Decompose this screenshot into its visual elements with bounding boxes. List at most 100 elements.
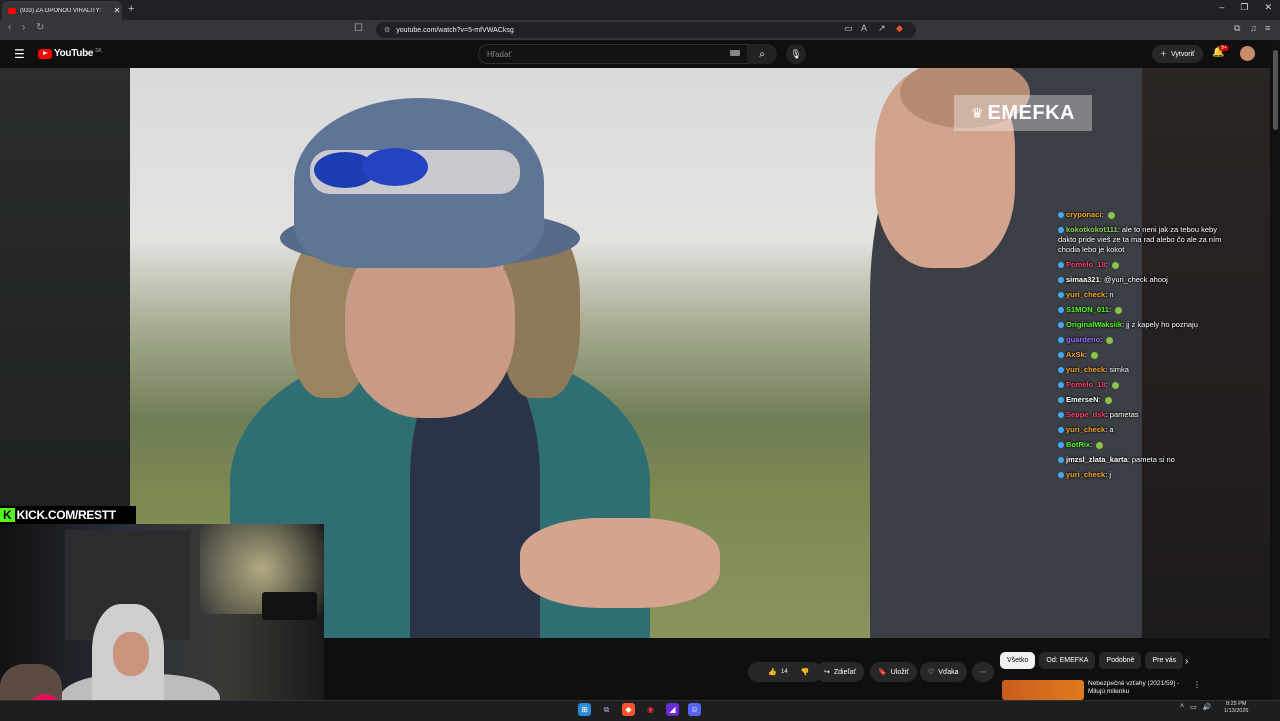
taskview-icon[interactable]: ⧉ <box>600 703 613 716</box>
address-bar[interactable]: ⚙ youtube.com/watch?v=5-mfVWACksg <box>376 22 916 38</box>
chat-username[interactable]: BotRix <box>1066 440 1090 449</box>
chat-badge-icon <box>1058 367 1064 374</box>
save-button[interactable]: 🔖 Uložiť <box>870 662 917 682</box>
chat-badge-icon <box>1058 457 1064 464</box>
chat-username[interactable]: cryponaci <box>1066 210 1101 219</box>
thanks-label: Vďaka <box>938 668 959 676</box>
video-side-background <box>0 68 130 508</box>
share-page-icon[interactable]: ↗ <box>878 23 886 34</box>
chat-username[interactable]: EmerseN <box>1066 395 1099 404</box>
kick-banner: K KICK.COM/RESTT <box>0 506 136 524</box>
chat-message: simaa321: @yuri_check ahooj <box>1058 275 1228 285</box>
chat-message: guardeno: <box>1058 335 1228 345</box>
channel-watermark: ♛ EMEFKA <box>954 95 1092 131</box>
tray-chevron-icon[interactable]: ˄ <box>1180 703 1184 711</box>
recommended-video-thumbnail[interactable] <box>1002 680 1084 700</box>
search-button[interactable]: ⌕ <box>747 44 777 64</box>
hamburger-menu-icon[interactable]: ☰ <box>14 47 25 61</box>
chat-text: n <box>1109 290 1114 299</box>
chat-emote-icon <box>1096 441 1104 449</box>
chat-username[interactable]: Seppe_dsk <box>1066 410 1106 419</box>
share-button[interactable]: ↪ Zdieľať <box>816 662 865 682</box>
chat-separator: : <box>1084 350 1089 359</box>
new-tab-button[interactable]: + <box>128 3 134 15</box>
site-info-icon[interactable]: ⚙ <box>384 26 390 34</box>
chrome-app-icon[interactable]: ◉ <box>644 703 657 716</box>
chat-badge-icon <box>1058 212 1064 219</box>
scrollbar-thumb[interactable] <box>1273 50 1278 130</box>
chat-message: yuri_check: n <box>1058 290 1228 300</box>
chip-for-you[interactable]: Pre vás <box>1145 652 1184 669</box>
chat-separator: : <box>1108 305 1114 314</box>
cast-icon[interactable]: ▭ <box>844 23 853 34</box>
chat-username[interactable]: yuri_check <box>1066 365 1105 374</box>
brave-browser-icon[interactable]: ◆ <box>622 703 635 716</box>
url-text: youtube.com/watch?v=5-mfVWACksg <box>396 26 514 34</box>
media-icon[interactable]: ♫ <box>1250 23 1257 33</box>
chat-message: Seppe_dsk: pametas <box>1058 410 1228 420</box>
chat-username[interactable]: S1MON_011 <box>1066 305 1109 314</box>
chip-related[interactable]: Podobné <box>1099 652 1142 669</box>
avatar[interactable] <box>1240 46 1255 61</box>
chat-separator: : <box>1105 380 1110 389</box>
network-icon[interactable]: ▭ <box>1190 703 1197 711</box>
more-actions-button[interactable]: ⋯ <box>972 662 994 682</box>
microphone-icon: 🎙 <box>790 48 802 59</box>
chat-username[interactable]: guardeno <box>1066 335 1100 344</box>
chat-badge-icon <box>1058 322 1064 329</box>
browser-menu-icon[interactable]: ≡ <box>1265 23 1270 33</box>
editor-app-icon[interactable]: ◢ <box>666 703 679 716</box>
chat-badge-icon <box>1058 337 1064 344</box>
start-icon[interactable]: ⊞ <box>578 703 591 716</box>
create-button[interactable]: ＋ Vytvoriť <box>1152 45 1203 63</box>
tab-close-icon[interactable]: ✕ <box>112 6 122 15</box>
voice-search-button[interactable]: 🎙 <box>786 44 806 64</box>
kick-logo: K <box>0 508 15 522</box>
chat-message: OriginalWaksiik: jj z kapely ho poznaju <box>1058 320 1228 330</box>
thanks-button[interactable]: ♡ Vďaka <box>920 662 967 682</box>
youtube-play-icon <box>38 48 52 59</box>
chevron-right-icon[interactable]: › <box>1185 656 1188 667</box>
reload-icon[interactable]: ↻ <box>36 22 44 33</box>
chip-all[interactable]: Všetko <box>1000 652 1036 669</box>
chat-username[interactable]: yuri_check <box>1066 290 1105 299</box>
search-input[interactable]: Hľadať <box>478 44 748 64</box>
region-code: SK <box>95 48 102 54</box>
plus-icon: ＋ <box>1160 51 1167 58</box>
translate-icon[interactable]: A <box>861 23 867 33</box>
chat-message: Pomelo_18: <box>1058 380 1228 390</box>
minimize-button[interactable]: – <box>1219 2 1224 13</box>
recommended-video-title[interactable]: Nebezpečné vzťahy (2021/59) - Milujú mil… <box>1088 680 1188 696</box>
chip-from-channel[interactable]: Od: EMEFKA <box>1039 652 1096 669</box>
chat-username[interactable]: kokotkokot111 <box>1066 225 1118 234</box>
heart-dollar-icon: ♡ <box>928 669 935 676</box>
maximize-button[interactable]: ❐ <box>1240 2 1248 13</box>
chat-username[interactable]: jmzsl_zlata_karta <box>1066 455 1128 464</box>
volume-icon[interactable]: 🔊 <box>1203 703 1212 711</box>
chat-text: jj z kapely ho poznaju <box>1126 320 1198 329</box>
chat-username[interactable]: Pomelo_18 <box>1066 260 1106 269</box>
forward-icon[interactable]: › <box>22 22 25 33</box>
chat-username[interactable]: Pomelo_18 <box>1066 380 1106 389</box>
back-icon[interactable]: ‹ <box>8 22 11 33</box>
youtube-logo[interactable]: YouTube SK <box>38 48 102 59</box>
youtube-logo-text: YouTube <box>54 48 94 59</box>
chat-username[interactable]: yuri_check <box>1066 470 1105 479</box>
brave-shield-icon[interactable]: ◆ <box>896 23 903 34</box>
chat-message: Pomelo_18: <box>1058 260 1228 270</box>
extensions-icon[interactable]: ⧉ <box>1234 23 1240 34</box>
chat-username[interactable]: OriginalWaksiik <box>1066 320 1122 329</box>
watermark-text: EMEFKA <box>987 101 1075 124</box>
keyboard-icon[interactable] <box>730 50 740 56</box>
close-window-button[interactable]: ✕ <box>1264 2 1272 13</box>
browser-tab[interactable]: (933) ZA OPONOU VIRALITY: ✕ <box>2 1 122 20</box>
recommended-menu-icon[interactable]: ⋮ <box>1193 680 1201 689</box>
chat-username[interactable]: yuri_check <box>1066 425 1105 434</box>
discord-icon[interactable]: ☺ <box>688 703 701 716</box>
chat-username[interactable]: AxSk <box>1066 350 1085 359</box>
taskbar-clock[interactable]: 8:25 PM 1/13/2026 <box>1224 701 1248 715</box>
bookmark-icon[interactable]: ☐ <box>354 23 363 34</box>
chat-emote-icon <box>1115 306 1123 314</box>
chat-username[interactable]: simaa321 <box>1066 275 1100 284</box>
page-scrollbar[interactable] <box>1272 40 1280 700</box>
